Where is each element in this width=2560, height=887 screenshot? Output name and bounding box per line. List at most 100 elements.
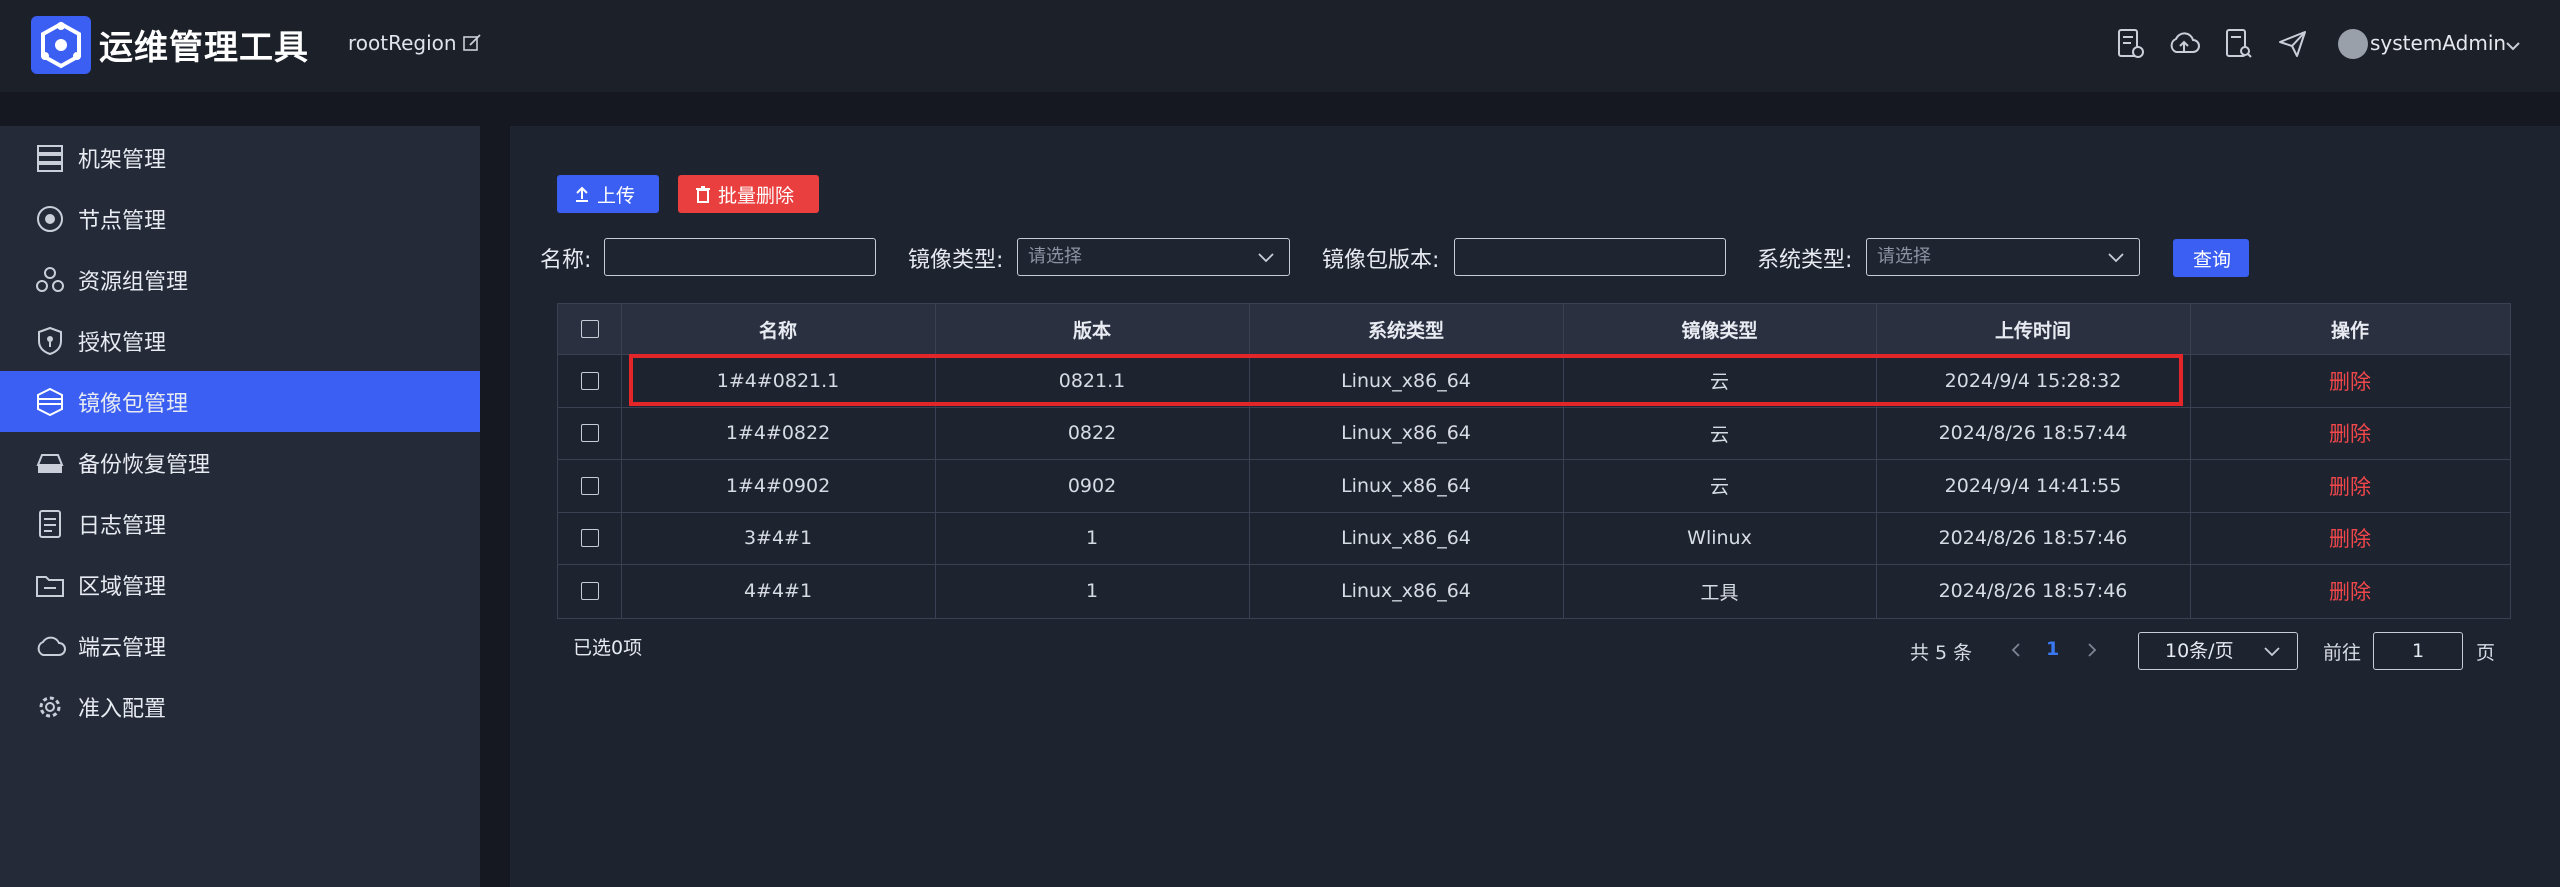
avatar[interactable] — [2338, 29, 2368, 59]
sidebar-item-log[interactable]: 日志管理 — [0, 493, 480, 554]
upload-button[interactable]: 上传 — [557, 175, 659, 213]
header-divider — [0, 92, 2560, 126]
version-input[interactable] — [1454, 238, 1726, 276]
image-package-table: 名称 版本 系统类型 镜像类型 上传时间 操作 1#4#0821.1 0821.… — [557, 303, 2511, 619]
column-header-version[interactable]: 版本 — [935, 304, 1249, 354]
table-row — [558, 354, 621, 407]
delete-link[interactable]: 删除 — [2190, 354, 2510, 407]
sidebar-item-label: 机架管理 — [78, 147, 167, 173]
sidebar-item-label: 节点管理 — [78, 208, 167, 234]
sidebar-item-label: 备份恢复管理 — [78, 452, 211, 478]
node-icon — [34, 203, 66, 235]
pagination-current-page[interactable]: 1 — [2046, 638, 2059, 660]
row-image-type: Wlinux — [1687, 527, 1752, 549]
sidebar-item-rack[interactable]: 机架管理 — [0, 127, 480, 188]
rack-icon — [34, 142, 66, 174]
row-upload-time: 2024/9/4 14:41:55 — [1944, 474, 2122, 497]
region-folder-icon — [34, 569, 66, 601]
sidebar-item-backup[interactable]: 备份恢复管理 — [0, 432, 480, 493]
row-checkbox[interactable] — [580, 371, 599, 390]
send-icon[interactable] — [2276, 27, 2310, 61]
delete-link[interactable]: 删除 — [2190, 512, 2510, 564]
sidebar-item-authorization[interactable]: 授权管理 — [0, 310, 480, 371]
edit-icon[interactable] — [462, 33, 482, 53]
column-header-upload-time[interactable]: 上传时间 — [1876, 304, 2190, 354]
chevron-right-icon[interactable] — [2086, 642, 2098, 658]
page-suffix-label: 页 — [2476, 642, 2496, 664]
selected-count: 已选0项 — [573, 637, 643, 659]
system-type-filter-label: 系统类型: — [1757, 248, 1853, 273]
sidebar-item-label: 日志管理 — [78, 513, 167, 539]
chevron-down-icon — [2264, 647, 2280, 657]
system-type-select[interactable]: 请选择 — [1866, 238, 2140, 276]
chevron-down-icon — [1258, 253, 1274, 263]
sidebar-item-resource-group[interactable]: 资源组管理 — [0, 249, 480, 310]
cloud-upload-icon[interactable] — [2167, 27, 2201, 61]
row-version: 0822 — [1067, 422, 1117, 444]
row-image-type: 云 — [1709, 423, 1729, 446]
delete-link[interactable]: 删除 — [2190, 564, 2510, 618]
sidebar-item-label: 准入配置 — [78, 696, 167, 722]
sidebar-item-access-config[interactable]: 准入配置 — [0, 676, 480, 737]
row-version: 1 — [1085, 527, 1099, 549]
row-system-type: Linux_x86_64 — [1341, 527, 1471, 549]
row-upload-time: 2024/8/26 18:57:46 — [1938, 580, 2128, 602]
top-bar: 运维管理工具 rootRegion systemAdmin — [0, 0, 2560, 92]
column-header-actions: 操作 — [2330, 319, 2369, 342]
row-checkbox[interactable] — [580, 476, 599, 495]
sidebar-item-label: 授权管理 — [78, 330, 167, 356]
delete-link[interactable]: 删除 — [2190, 459, 2510, 512]
shield-icon — [34, 325, 66, 357]
goto-page-input[interactable]: 1 — [2373, 632, 2463, 670]
row-name: 3#4#1 — [743, 527, 813, 549]
image-type-filter-label: 镜像类型: — [908, 248, 1004, 273]
image-package-icon — [34, 386, 66, 418]
row-system-type: Linux_x86_64 — [1341, 474, 1471, 497]
row-checkbox[interactable] — [580, 582, 599, 600]
image-type-select[interactable]: 请选择 — [1017, 238, 1290, 276]
app-logo-icon — [31, 16, 91, 74]
version-filter-label: 镜像包版本: — [1322, 248, 1440, 273]
trash-icon — [696, 186, 710, 203]
row-name: 4#4#1 — [743, 580, 813, 602]
chevron-down-icon[interactable] — [2505, 37, 2521, 51]
sidebar-item-edge-cloud[interactable]: 端云管理 — [0, 615, 480, 676]
sidebar-item-label: 资源组管理 — [78, 269, 189, 295]
pagination-total: 共 5 条 — [1910, 642, 1973, 664]
sidebar-item-region[interactable]: 区域管理 — [0, 554, 480, 615]
document-settings-icon[interactable] — [2113, 27, 2147, 61]
column-header-image-type[interactable]: 镜像类型 — [1563, 304, 1876, 354]
name-input[interactable] — [604, 238, 876, 276]
image-type-placeholder: 请选择 — [1028, 246, 1082, 267]
sidebar-item-node[interactable]: 节点管理 — [0, 188, 480, 249]
row-name: 1#4#0902 — [725, 474, 831, 497]
chevron-left-icon[interactable] — [2010, 642, 2022, 658]
column-header-name[interactable]: 名称 — [621, 304, 935, 354]
name-filter-label: 名称: — [540, 248, 592, 273]
query-button[interactable]: 查询 — [2173, 239, 2249, 277]
page-size-value: 10条/页 — [2165, 640, 2234, 662]
gear-icon — [34, 691, 66, 723]
user-name[interactable]: systemAdmin — [2370, 31, 2506, 55]
row-checkbox[interactable] — [580, 529, 599, 547]
goto-label: 前往 — [2323, 642, 2362, 664]
system-type-placeholder: 请选择 — [1877, 246, 1931, 267]
backup-drive-icon — [34, 447, 66, 479]
batch-delete-button[interactable]: 批量删除 — [678, 175, 819, 213]
row-checkbox[interactable] — [580, 424, 599, 442]
table-row — [558, 459, 621, 512]
sidebar-item-image-package[interactable]: 镜像包管理 — [0, 371, 480, 432]
page-size-select[interactable]: 10条/页 — [2138, 632, 2298, 670]
row-highlight-box — [629, 354, 2183, 406]
row-upload-time: 2024/8/26 18:57:46 — [1938, 527, 2128, 549]
select-all-checkbox[interactable] — [580, 320, 599, 338]
row-name: 1#4#0822 — [725, 422, 831, 444]
column-header-system-type[interactable]: 系统类型 — [1249, 304, 1563, 354]
file-search-icon[interactable] — [2221, 27, 2255, 61]
delete-link[interactable]: 删除 — [2190, 407, 2510, 459]
table-row — [558, 564, 621, 618]
app-title: 运维管理工具 — [99, 28, 309, 68]
chevron-down-icon — [2108, 253, 2124, 263]
table-row — [558, 407, 621, 459]
layout-gutter — [480, 126, 510, 887]
